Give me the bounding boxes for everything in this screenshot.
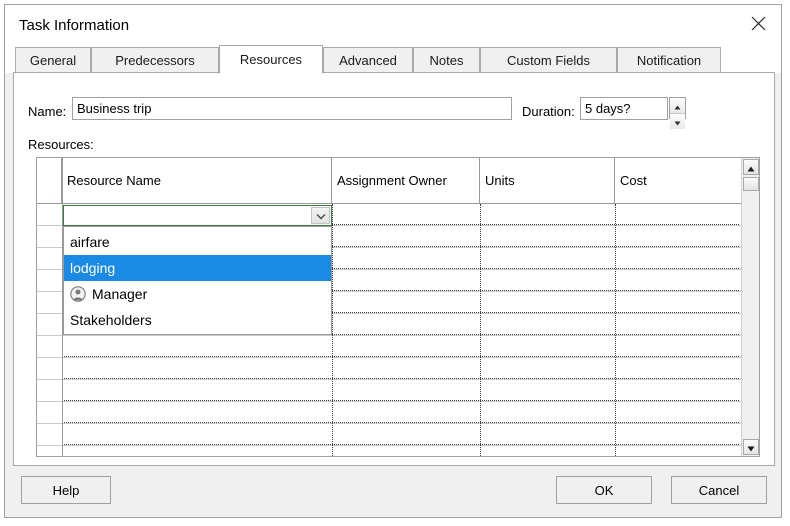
column-header-resource-name[interactable]: Resource Name: [62, 158, 332, 203]
dropdown-option-label: Stakeholders: [70, 312, 152, 328]
tab-general[interactable]: General: [15, 47, 91, 73]
close-icon: [751, 16, 766, 31]
column-header-assignment-owner[interactable]: Assignment Owner: [332, 158, 480, 203]
person-icon: [70, 286, 92, 302]
tab-strip: General Predecessors Resources Advanced Note…: [5, 45, 781, 74]
column-header-units[interactable]: Units: [480, 158, 615, 203]
dropdown-option-label: Manager: [92, 286, 148, 302]
duration-input[interactable]: 5 days?: [580, 97, 668, 120]
column-header-cost[interactable]: Cost: [615, 158, 743, 203]
name-input[interactable]: Business trip: [72, 97, 512, 120]
resource-dropdown-list[interactable]: airfare lodging Manager Stakeholders: [63, 226, 332, 335]
resources-label: Resources:: [28, 137, 94, 152]
combobox-dropdown-button[interactable]: [311, 207, 330, 224]
table-row[interactable]: [37, 380, 759, 402]
row-divider: [62, 421, 739, 423]
row-divider: [62, 355, 739, 357]
tab-predecessors[interactable]: Predecessors: [91, 47, 219, 73]
row-divider: [62, 399, 739, 401]
title-bar: Task Information: [5, 5, 781, 45]
grid-header-row-selector[interactable]: [37, 158, 62, 203]
spinner-up-button[interactable]: [670, 98, 685, 114]
table-row[interactable]: [37, 402, 759, 424]
cancel-button[interactable]: Cancel: [671, 476, 767, 504]
tab-notes[interactable]: Notes: [413, 47, 480, 73]
dropdown-option[interactable]: lodging: [64, 255, 331, 281]
column-divider-units: [480, 204, 481, 456]
resources-grid[interactable]: Resource Name Assignment Owner Units Cost: [36, 157, 760, 457]
spinner-down-button[interactable]: [670, 114, 685, 129]
scroll-up-arrow-icon: [747, 160, 755, 175]
help-button[interactable]: Help: [21, 476, 111, 504]
dropdown-option-label: airfare: [70, 234, 110, 250]
scroll-up-button[interactable]: [743, 159, 759, 175]
spinner-down-icon: [674, 114, 681, 129]
tab-notification[interactable]: Notification: [617, 47, 721, 73]
table-row[interactable]: [37, 424, 759, 446]
column-divider-assignment-owner: [332, 204, 333, 456]
table-row[interactable]: [37, 336, 759, 358]
duration-label: Duration:: [522, 104, 575, 119]
resource-name-combobox[interactable]: [63, 205, 332, 226]
spinner-up-icon: [674, 98, 681, 113]
tab-custom-fields[interactable]: Custom Fields: [480, 47, 617, 73]
duration-spinner[interactable]: [669, 97, 686, 129]
dropdown-option-label: lodging: [70, 260, 116, 276]
dropdown-option[interactable]: airfare: [64, 229, 331, 255]
grid-header-row: Resource Name Assignment Owner Units Cost: [37, 158, 759, 204]
name-label: Name:: [28, 104, 67, 119]
row-divider: [62, 377, 739, 379]
table-row[interactable]: [37, 358, 759, 380]
tab-resources[interactable]: Resources: [219, 45, 323, 74]
task-information-dialog: Task Information General Predecessors Reso…: [4, 4, 782, 518]
column-divider-cost: [615, 204, 616, 456]
scroll-down-button[interactable]: [743, 439, 759, 455]
resources-tab-page: Name: Business trip Duration: 5 days? Re…: [13, 72, 775, 466]
scroll-down-arrow-icon: [747, 440, 755, 455]
page-title: Task Information: [19, 17, 130, 34]
chevron-down-icon: [316, 208, 326, 223]
dropdown-option[interactable]: Manager: [64, 281, 331, 307]
scrollbar-thumb[interactable]: [743, 177, 759, 191]
tab-advanced[interactable]: Advanced: [323, 47, 413, 73]
grid-vertical-scrollbar[interactable]: [741, 158, 759, 456]
row-divider: [62, 443, 739, 445]
ok-button[interactable]: OK: [556, 476, 652, 504]
dropdown-option[interactable]: Stakeholders: [64, 307, 331, 333]
close-button[interactable]: [735, 5, 781, 41]
